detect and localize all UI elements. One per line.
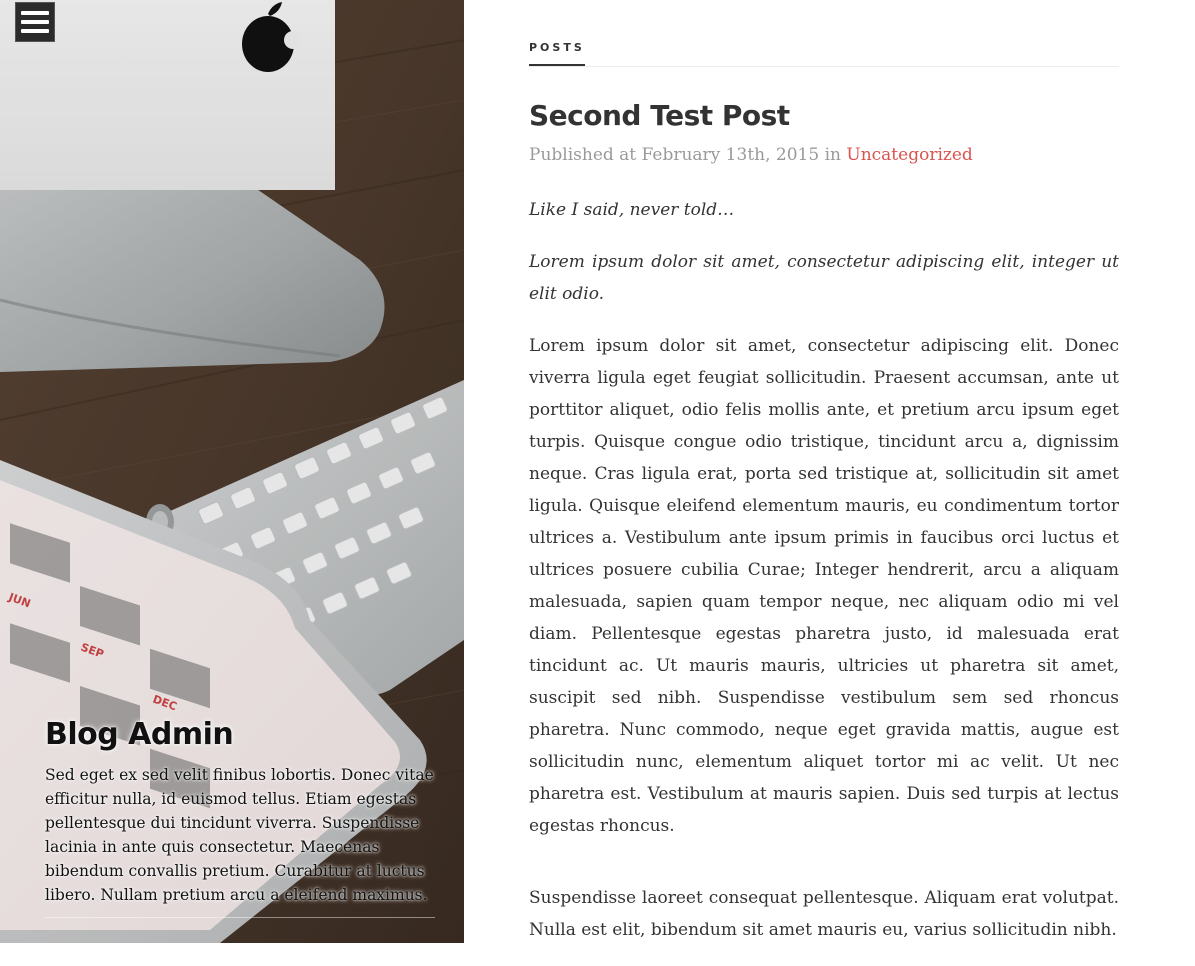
- hamburger-menu-icon-bar: [21, 29, 49, 33]
- hamburger-menu-icon-bar: [21, 20, 49, 24]
- post-category-link[interactable]: Uncategorized: [846, 145, 972, 165]
- hero-text-block: Blog Admin Sed eget ex sed velit finibus…: [45, 713, 435, 918]
- hero-panel: JUN SEP DEC Blog Admin Sed eget ex sed v…: [0, 0, 464, 943]
- section-tabs: POSTS: [529, 40, 1119, 67]
- post-body: Like I said, never told… Lorem ipsum dol…: [529, 194, 1119, 946]
- post-title: Second Test Post: [529, 99, 790, 132]
- post-meta: Published at February 13th, 2015 in Unca…: [529, 143, 1119, 167]
- post-paragraph: Like I said, never told…: [529, 200, 735, 220]
- post-paragraph: Lorem ipsum dolor sit amet, consectetur …: [529, 252, 1119, 304]
- post-published-date: Published at February 13th, 2015 in: [529, 145, 847, 165]
- post-paragraph: Lorem ipsum dolor sit amet, consectetur …: [529, 336, 1119, 836]
- main-content: POSTS Second Test Post Published at Febr…: [529, 0, 1119, 966]
- blog-title: Blog Admin: [45, 717, 234, 752]
- menu-toggle-button[interactable]: [15, 2, 55, 42]
- post-paragraph: Suspendisse laoreet consequat pellentesq…: [529, 888, 1119, 940]
- blog-description: Sed eget ex sed velit finibus lobortis. …: [45, 766, 434, 904]
- hero-divider: [45, 917, 435, 918]
- hamburger-menu-icon: [21, 11, 49, 15]
- tab-posts[interactable]: POSTS: [529, 40, 585, 66]
